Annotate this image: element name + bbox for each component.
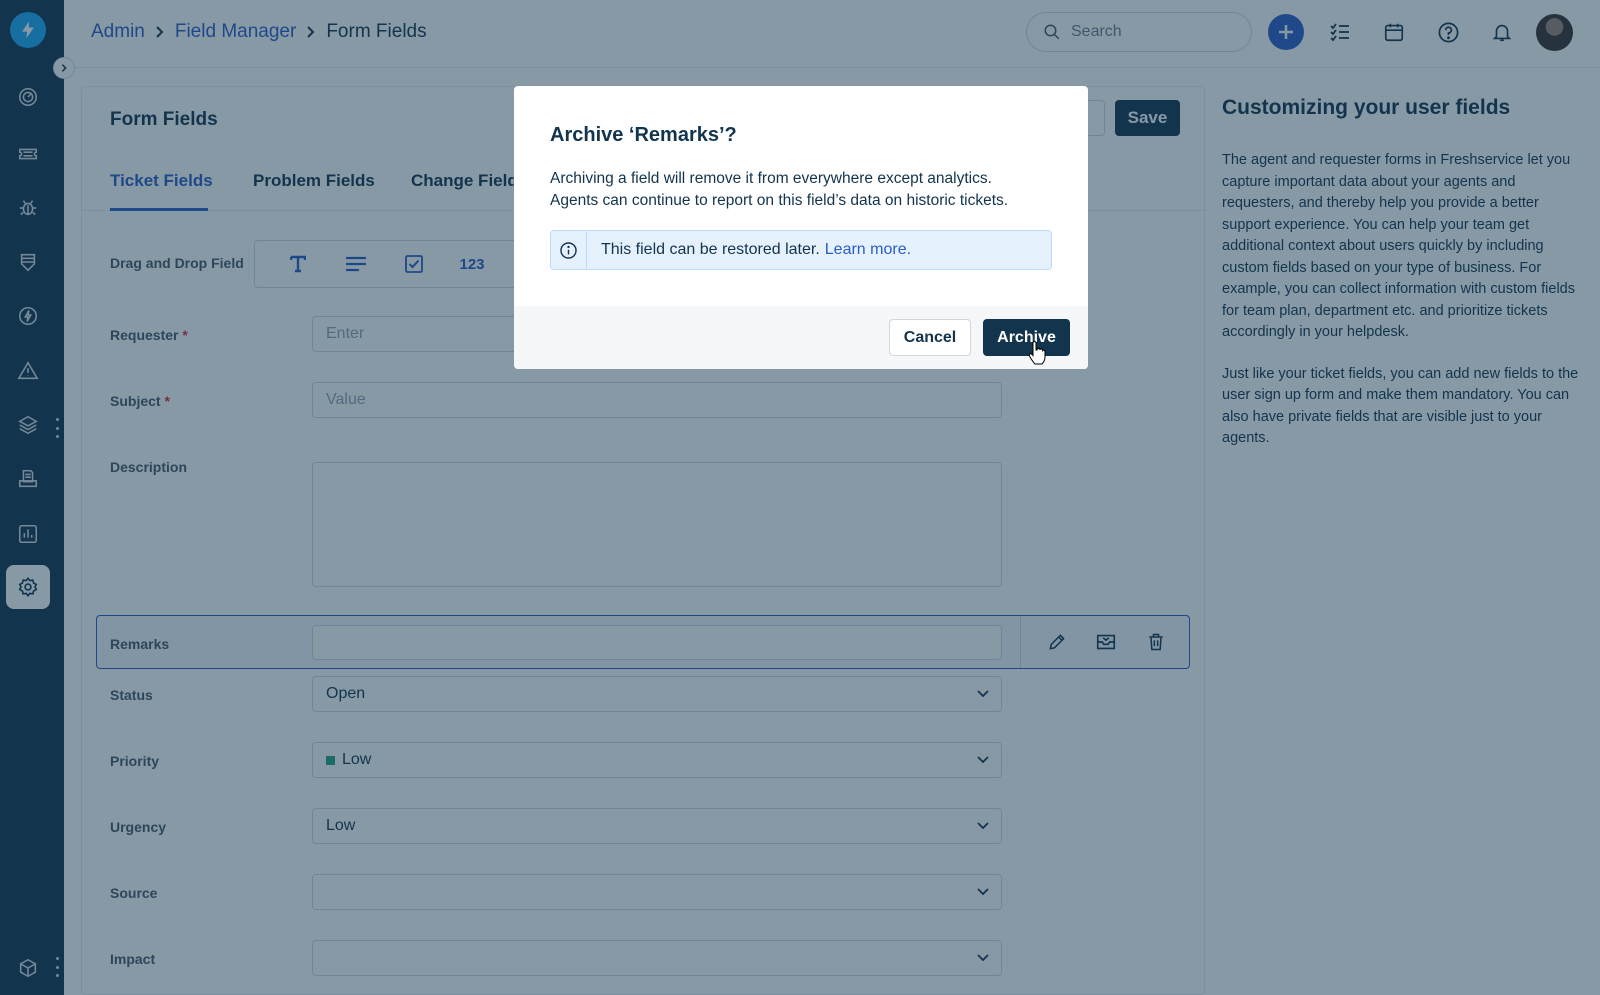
archive-dialog: Archive ‘Remarks’? Archiving a field wil… — [514, 86, 1088, 369]
dialog-body: Archiving a field will remove it from ev… — [550, 170, 1009, 209]
info-icon — [551, 231, 587, 269]
dialog-title: Archive ‘Remarks’? — [550, 124, 737, 146]
cancel-button[interactable]: Cancel — [889, 319, 971, 356]
notice-text: This field can be restored later. — [601, 241, 820, 258]
hand-cursor-icon — [1028, 341, 1046, 365]
restore-notice: This field can be restored later. Learn … — [550, 230, 1052, 270]
learn-more-link[interactable]: Learn more. — [825, 241, 911, 259]
archive-button[interactable]: Archive — [983, 319, 1070, 356]
dialog-footer: Cancel Archive — [514, 306, 1088, 369]
